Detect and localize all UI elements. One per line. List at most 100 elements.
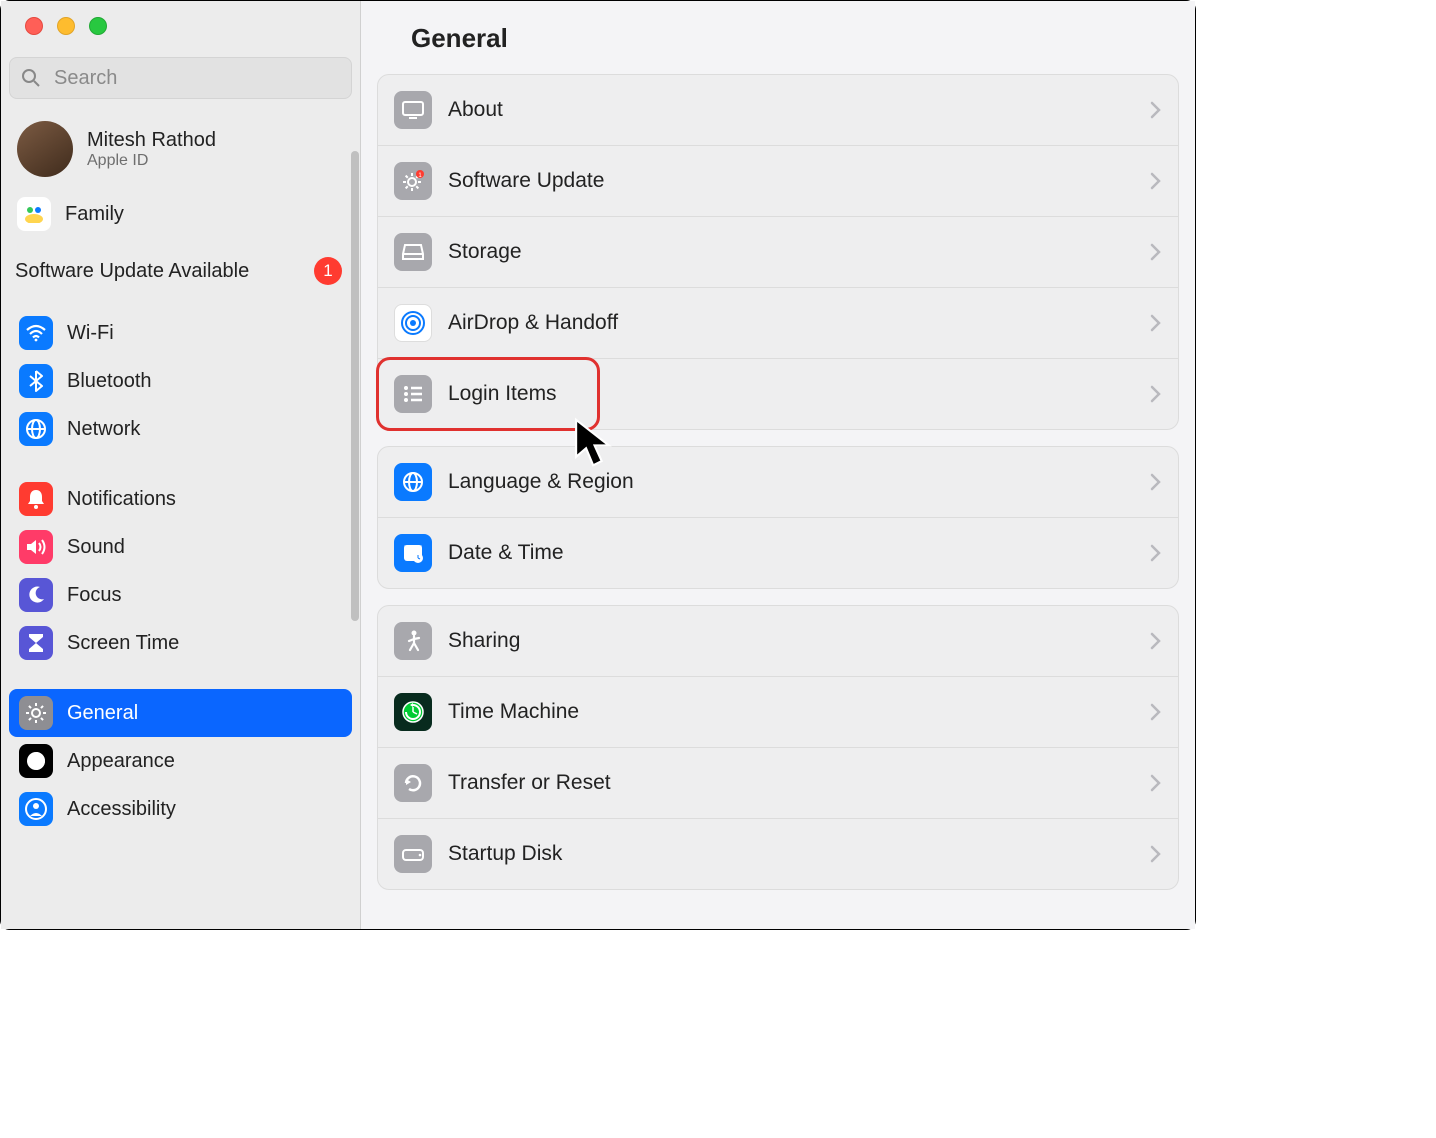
- settings-row-label: Storage: [448, 240, 1134, 264]
- chevron-right-icon: [1150, 172, 1162, 190]
- page-title: General: [411, 23, 1165, 54]
- settings-row-software-update[interactable]: 1 Software Update: [378, 146, 1178, 217]
- sidebar-item-general[interactable]: General: [9, 689, 352, 737]
- chevron-right-icon: [1150, 385, 1162, 403]
- settings-row-label: Software Update: [448, 169, 1134, 193]
- update-text: Software Update Available: [15, 259, 249, 284]
- rotate-icon: [394, 764, 432, 802]
- walking-icon: [394, 622, 432, 660]
- settings-row-label: Language & Region: [448, 470, 1134, 494]
- chevron-right-icon: [1150, 774, 1162, 792]
- settings-row-label: Startup Disk: [448, 842, 1134, 866]
- sidebar-item-label: Sound: [67, 536, 125, 559]
- person-icon: [19, 792, 53, 826]
- sidebar-item-label: Network: [67, 418, 140, 441]
- window-controls: [9, 15, 352, 57]
- chevron-right-icon: [1150, 243, 1162, 261]
- settings-row-label: Time Machine: [448, 700, 1134, 724]
- chevron-right-icon: [1150, 473, 1162, 491]
- settings-row-about[interactable]: About: [378, 75, 1178, 146]
- maximize-icon[interactable]: [89, 17, 107, 35]
- avatar: [17, 121, 73, 177]
- bell-icon: [19, 482, 53, 516]
- settings-row-label: Login Items: [448, 382, 1134, 406]
- sidebar-list: Wi-Fi Bluetooth Network Notifications Sound F…: [9, 309, 352, 833]
- globe-icon: [19, 412, 53, 446]
- software-update-notice[interactable]: Software Update Available 1: [9, 239, 352, 295]
- sidebar-item-network[interactable]: Network: [9, 405, 352, 453]
- account-name: Mitesh Rathod: [87, 129, 216, 152]
- family-label: Family: [65, 203, 124, 226]
- sidebar-item-label: Bluetooth: [67, 370, 152, 393]
- sidebar-item-label: Appearance: [67, 750, 175, 773]
- sidebar-item-focus[interactable]: Focus: [9, 571, 352, 619]
- settings-row-sharing[interactable]: Sharing: [378, 606, 1178, 677]
- speaker-icon: [19, 530, 53, 564]
- settings-row-label: Date & Time: [448, 541, 1134, 565]
- sidebar-item-label: General: [67, 702, 138, 725]
- scrollbar[interactable]: [351, 151, 359, 621]
- sidebar-item-sound[interactable]: Sound: [9, 523, 352, 571]
- settings-row-language-region[interactable]: Language & Region: [378, 447, 1178, 518]
- close-icon[interactable]: [25, 17, 43, 35]
- drive2-icon: [394, 835, 432, 873]
- settings-row-date-time[interactable]: Date & Time: [378, 518, 1178, 588]
- settings-row-startup-disk[interactable]: Startup Disk: [378, 819, 1178, 889]
- search-input[interactable]: [9, 57, 352, 99]
- chevron-right-icon: [1150, 845, 1162, 863]
- chevron-right-icon: [1150, 632, 1162, 650]
- settings-group: About 1 Software Update Storage AirDrop & Ha…: [377, 74, 1179, 430]
- sidebar-item-bluetooth[interactable]: Bluetooth: [9, 357, 352, 405]
- drive-icon: [394, 233, 432, 271]
- search-icon: [21, 68, 41, 88]
- hourglass-icon: [19, 626, 53, 660]
- list-icon: [394, 375, 432, 413]
- wifi-icon: [19, 316, 53, 350]
- settings-row-storage[interactable]: Storage: [378, 217, 1178, 288]
- gear-badge-icon: 1: [394, 162, 432, 200]
- sidebar-item-screen-time[interactable]: Screen Time: [9, 619, 352, 667]
- family-icon: [17, 197, 51, 231]
- settings-group: Language & Region Date & Time: [377, 446, 1179, 589]
- settings-row-label: AirDrop & Handoff: [448, 311, 1134, 335]
- settings-groups: About 1 Software Update Storage AirDrop & Ha…: [361, 74, 1195, 906]
- contrast-icon: [19, 744, 53, 778]
- sidebar-item-appearance[interactable]: Appearance: [9, 737, 352, 785]
- moon-icon: [19, 578, 53, 612]
- calendar-clock-icon: [394, 534, 432, 572]
- airdrop-icon: [394, 304, 432, 342]
- bluetooth-icon: [19, 364, 53, 398]
- settings-row-label: About: [448, 98, 1134, 122]
- settings-row-airdrop-handoff[interactable]: AirDrop & Handoff: [378, 288, 1178, 359]
- settings-row-time-machine[interactable]: Time Machine: [378, 677, 1178, 748]
- settings-group: Sharing Time Machine Transfer or Reset Star…: [377, 605, 1179, 890]
- search-field[interactable]: [9, 57, 352, 99]
- chevron-right-icon: [1150, 314, 1162, 332]
- cursor-icon: [573, 417, 619, 471]
- settings-row-login-items[interactable]: Login Items: [378, 359, 1178, 429]
- sidebar-item-label: Focus: [67, 584, 121, 607]
- settings-row-label: Transfer or Reset: [448, 771, 1134, 795]
- main-header: General: [361, 1, 1195, 74]
- sidebar-item-label: Notifications: [67, 488, 176, 511]
- sidebar-item-notifications[interactable]: Notifications: [9, 475, 352, 523]
- sidebar-item-label: Screen Time: [67, 632, 179, 655]
- account-sub: Apple ID: [87, 152, 216, 170]
- sidebar-item-accessibility[interactable]: Accessibility: [9, 785, 352, 833]
- sidebar-item-family[interactable]: Family: [9, 189, 352, 239]
- settings-row-label: Sharing: [448, 629, 1134, 653]
- chevron-right-icon: [1150, 101, 1162, 119]
- chevron-right-icon: [1150, 703, 1162, 721]
- chevron-right-icon: [1150, 544, 1162, 562]
- sidebar-item-label: Accessibility: [67, 798, 176, 821]
- sidebar-item-wi-fi[interactable]: Wi-Fi: [9, 309, 352, 357]
- sidebar: Mitesh Rathod Apple ID Family Software U…: [1, 1, 361, 929]
- minimize-icon[interactable]: [57, 17, 75, 35]
- gear-icon: [19, 696, 53, 730]
- main-pane: General About 1 Software Update Storage AirD…: [361, 1, 1195, 929]
- settings-row-transfer-or-reset[interactable]: Transfer or Reset: [378, 748, 1178, 819]
- apple-id-row[interactable]: Mitesh Rathod Apple ID: [9, 115, 352, 183]
- sidebar-item-label: Wi-Fi: [67, 322, 114, 345]
- update-badge: 1: [314, 257, 342, 285]
- globe-icon: [394, 463, 432, 501]
